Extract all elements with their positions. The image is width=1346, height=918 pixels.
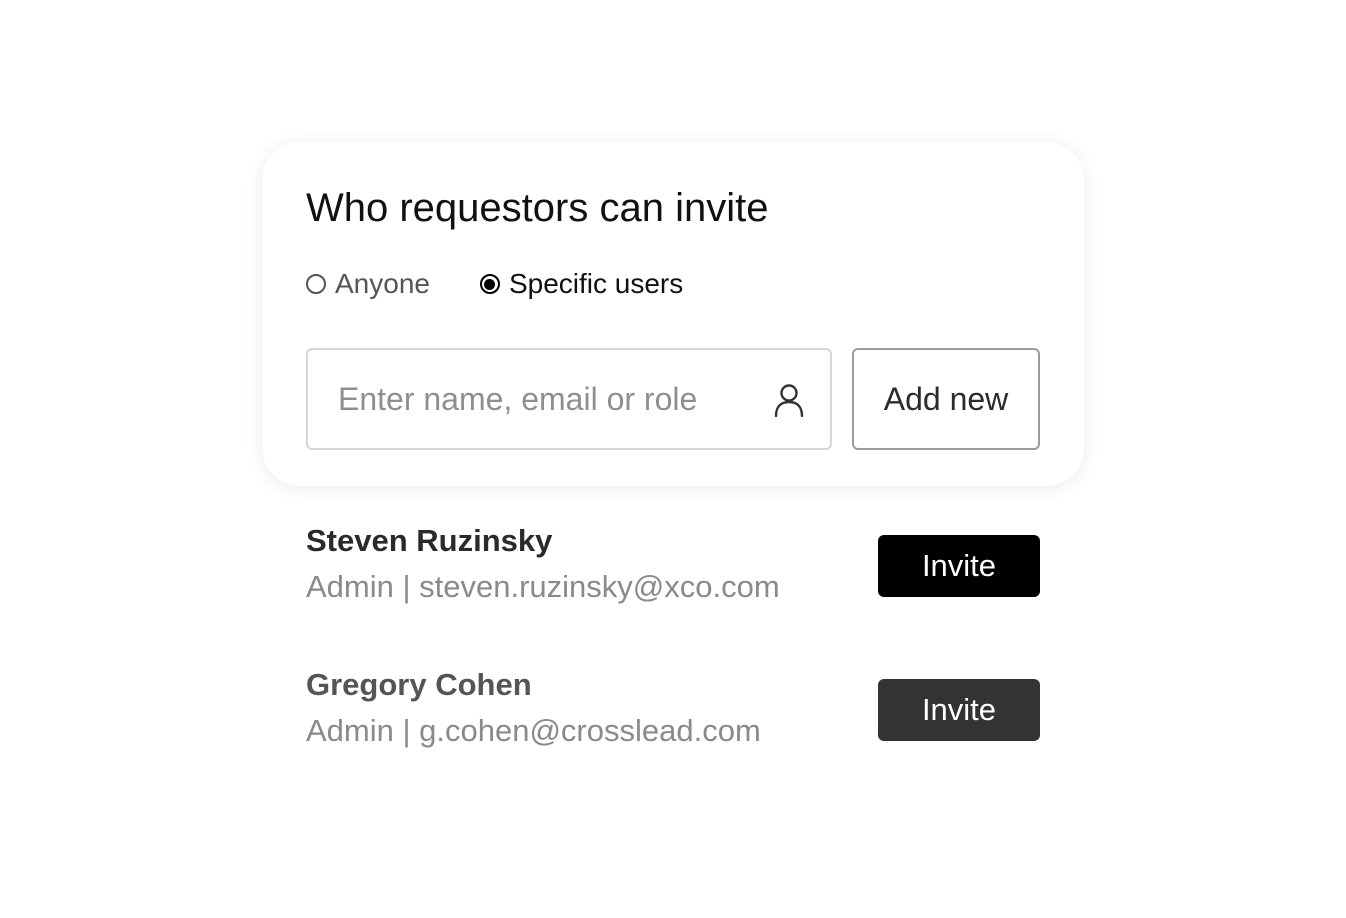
invite-button[interactable]: Invite	[878, 679, 1040, 741]
invite-scope-radio-group: Anyone Specific users	[306, 266, 683, 302]
user-search-input[interactable]	[338, 350, 748, 448]
invite-button[interactable]: Invite	[878, 535, 1040, 597]
radio-option-anyone[interactable]: Anyone	[306, 267, 430, 301]
user-role-email: Admin | steven.ruzinsky@xco.com	[306, 569, 780, 604]
user-icon	[774, 384, 804, 417]
user-list-item: Steven Ruzinsky Admin | steven.ruzinsky@…	[306, 522, 1040, 612]
radio-label-specific-users: Specific users	[508, 268, 684, 299]
user-role-email: Admin | g.cohen@crosslead.com	[306, 713, 761, 748]
user-list-item: Gregory Cohen Admin | g.cohen@crosslead.…	[306, 666, 1040, 756]
radio-option-specific-users[interactable]: Specific users	[479, 267, 684, 301]
section-title: Who requestors can invite	[306, 186, 769, 230]
radio-checked-icon[interactable]	[479, 274, 500, 294]
add-new-button[interactable]: Add new	[852, 348, 1040, 450]
radio-label-anyone: Anyone	[335, 268, 430, 299]
user-name: Gregory Cohen	[306, 667, 532, 702]
radio-unchecked-icon[interactable]	[306, 274, 326, 294]
user-name: Steven Ruzinsky	[306, 523, 553, 558]
user-search-field[interactable]	[306, 348, 832, 450]
